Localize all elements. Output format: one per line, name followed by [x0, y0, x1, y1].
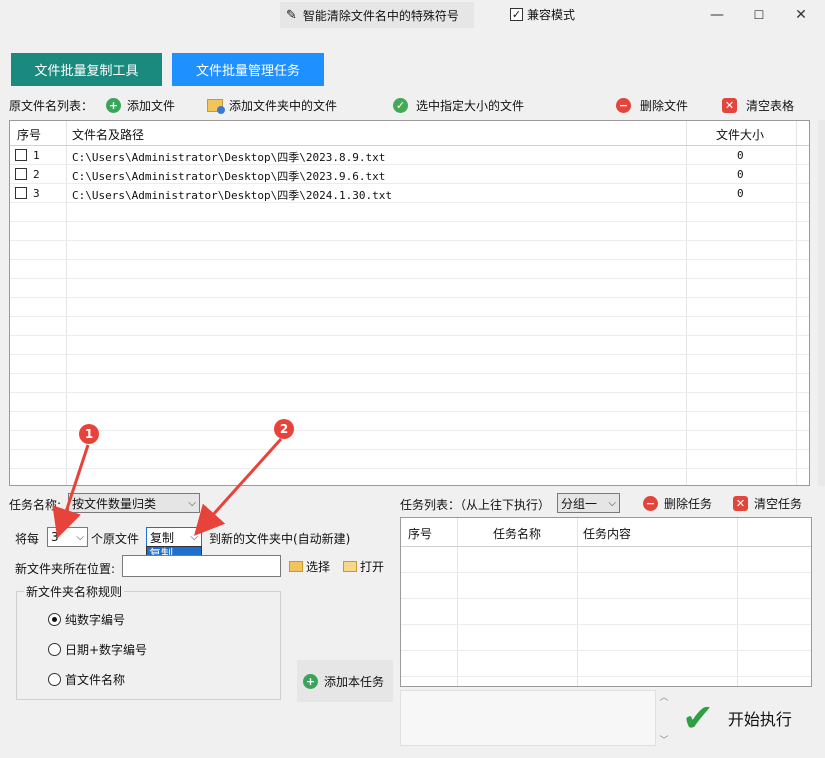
annotation-marker-1: 1	[79, 424, 99, 444]
arrow-2	[193, 437, 283, 536]
annotation-arrows	[52, 437, 283, 539]
annotation-marker-2: 2	[274, 419, 294, 439]
arrow-1	[52, 444, 90, 539]
